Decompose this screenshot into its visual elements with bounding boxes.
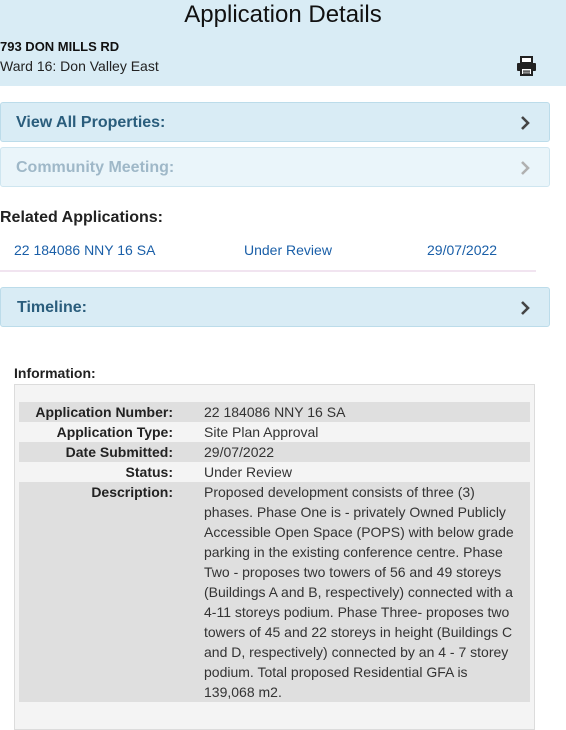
info-value: Proposed development consists of three (… [204, 484, 514, 700]
related-application-status-link[interactable]: Under Review [244, 242, 332, 258]
community-meeting-label: Community Meeting: [16, 159, 175, 176]
property-address: 793 DON MILLS RD [0, 39, 120, 54]
view-all-properties-label: View All Properties: [16, 114, 166, 131]
timeline-label: Timeline: [17, 299, 87, 316]
related-application-number-link[interactable]: 22 184086 NNY 16 SA [14, 242, 155, 258]
related-application-row: 22 184086 NNY 16 SA Under Review 29/07/2… [0, 240, 536, 272]
community-meeting-accordion[interactable]: Community Meeting: [0, 147, 550, 187]
information-table: Application Number: 22 184086 NNY 16 SA … [14, 384, 535, 730]
printer-icon[interactable] [516, 56, 537, 76]
ward-label: Ward 16: Don Valley East [0, 58, 159, 74]
info-label: Status: [125, 464, 173, 480]
page-title: Application Details [184, 1, 382, 28]
info-value: 22 184086 NNY 16 SA [204, 404, 346, 420]
info-value: 29/07/2022 [204, 444, 275, 460]
info-value: Under Review [204, 464, 292, 480]
info-value: Site Plan Approval [204, 424, 319, 440]
chevron-right-icon [521, 116, 530, 130]
view-all-properties-accordion[interactable]: View All Properties: [0, 102, 550, 142]
info-label: Date Submitted: [65, 444, 173, 460]
info-row-description: Description: Proposed development consis… [19, 482, 530, 702]
page-header: Application Details 793 DON MILLS RD War… [0, 0, 566, 86]
info-row-status: Status: Under Review [19, 462, 530, 482]
info-row-date-submitted: Date Submitted: 29/07/2022 [19, 442, 530, 462]
related-applications-heading: Related Applications: [0, 209, 163, 226]
info-label: Application Type: [56, 424, 173, 440]
info-label: Description: [91, 484, 173, 500]
related-application-date-link[interactable]: 29/07/2022 [427, 242, 497, 258]
information-heading: Information: [14, 365, 96, 381]
chevron-right-icon [521, 161, 530, 175]
chevron-right-icon [521, 301, 530, 315]
info-row-application-type: Application Type: Site Plan Approval [19, 422, 530, 442]
info-row-application-number: Application Number: 22 184086 NNY 16 SA [19, 402, 530, 422]
info-label: Application Number: [35, 404, 173, 420]
timeline-accordion[interactable]: Timeline: [0, 287, 550, 327]
